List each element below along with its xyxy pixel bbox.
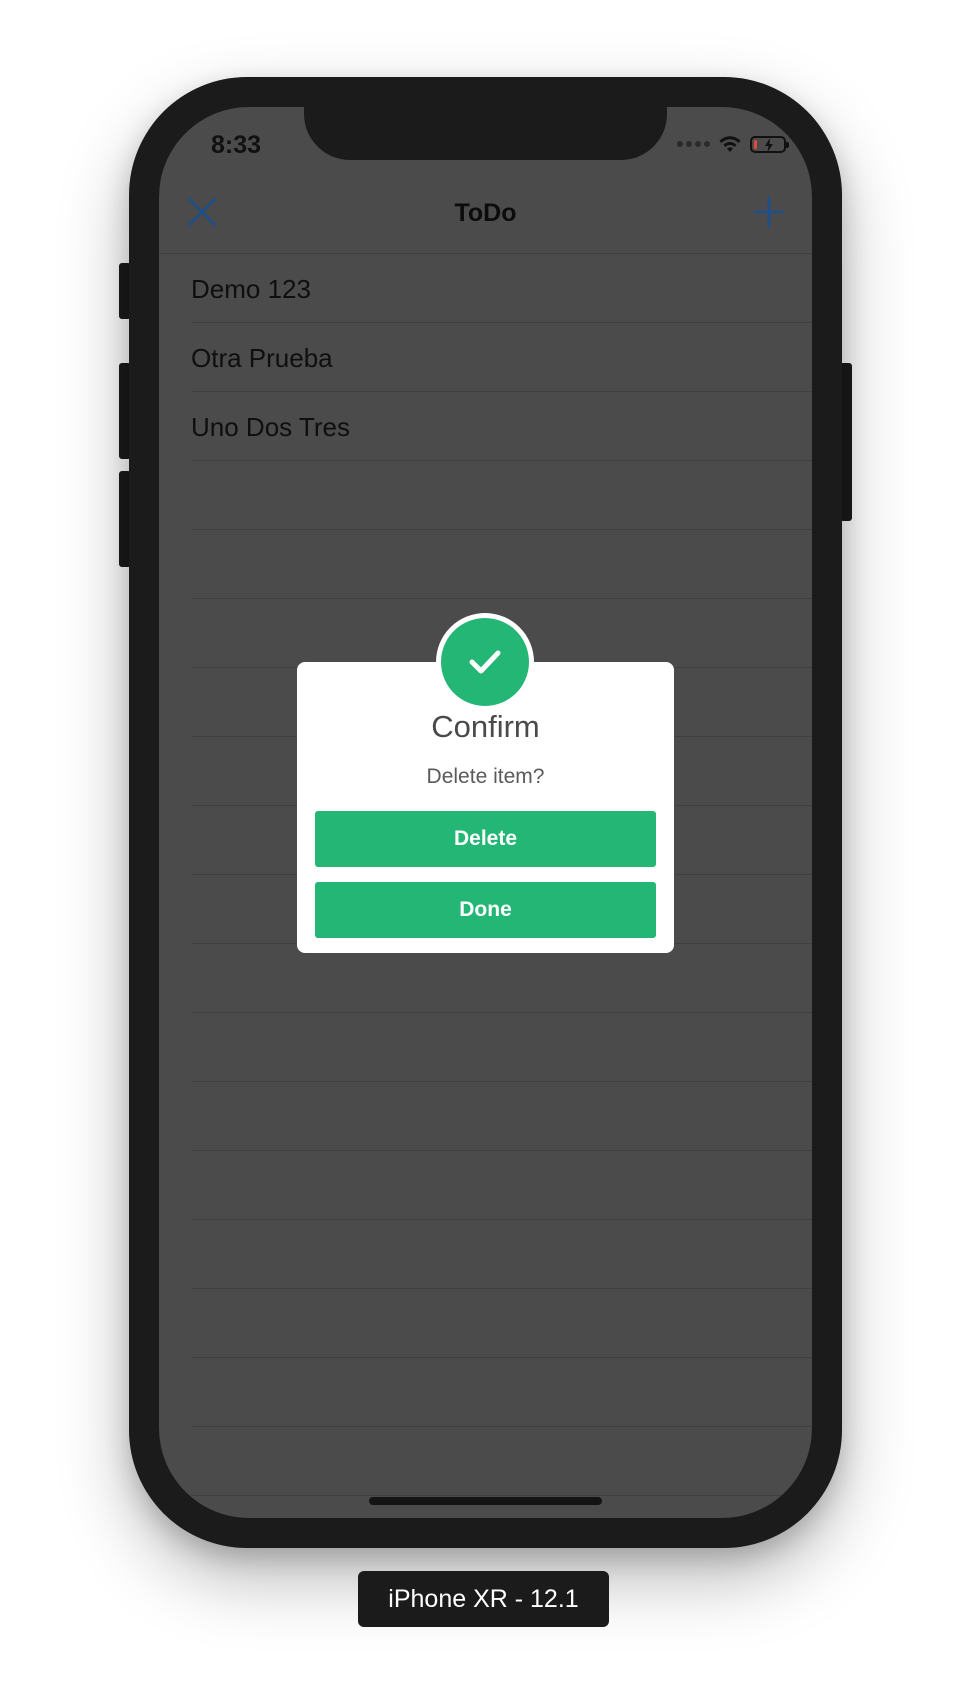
wifi-icon [719,136,741,152]
list-item[interactable] [159,1013,812,1082]
dialog-message: Delete item? [426,765,545,788]
checkmark-icon [469,650,501,674]
list-item-label: Demo 123 [191,274,311,304]
battery-icon [750,135,789,153]
page-title: ToDo [454,199,517,227]
list-item[interactable]: Uno Dos Tres [159,392,812,461]
list-item[interactable] [159,1358,812,1427]
list-item[interactable]: Demo 123 [159,254,812,323]
list-item[interactable] [159,1427,812,1496]
status-time: 8:33 [211,131,262,159]
list-item[interactable] [159,1289,812,1358]
navigation-bar: ToDo [159,175,812,254]
list-item[interactable] [159,1151,812,1220]
list-item[interactable] [159,944,812,1013]
cellular-signal-icon [677,141,710,147]
list-item-label: Otra Prueba [191,343,333,373]
list-item[interactable] [159,461,812,530]
dialog-icon-badge [436,613,534,711]
list-item[interactable]: Otra Prueba [159,323,812,392]
list-item[interactable] [159,530,812,599]
status-indicators [677,135,789,153]
plus-icon[interactable] [752,195,786,229]
simulator-stage: 8:33 ToDo Demo 123 Otra Prueba Uno Dos T… [0,0,970,1700]
list-item[interactable] [159,1220,812,1289]
list-item-label: Uno Dos Tres [191,412,350,442]
device-label: iPhone XR - 12.1 [358,1571,609,1627]
home-indicator[interactable] [369,1497,602,1505]
done-button[interactable]: Done [315,882,656,938]
phone-notch [304,107,667,160]
dialog-title: Confirm [431,709,540,744]
success-circle [441,618,529,706]
delete-button[interactable]: Delete [315,811,656,867]
list-item[interactable] [159,1082,812,1151]
